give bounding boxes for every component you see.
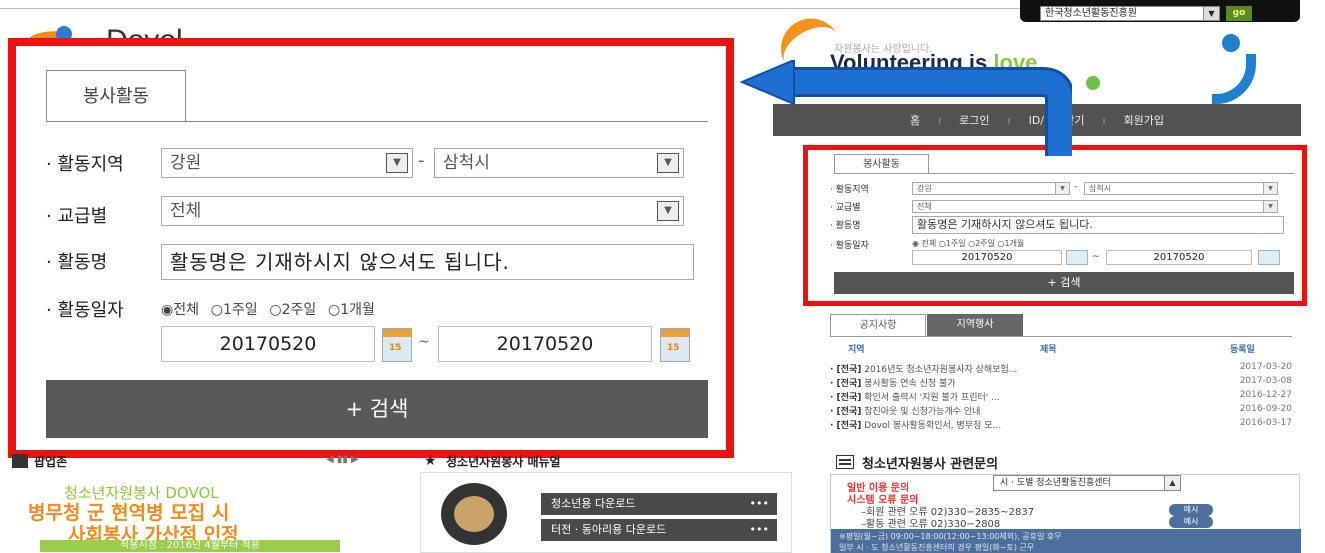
brand-person-icon [1202, 34, 1264, 108]
download-club-button[interactable]: 터전 · 동아리용 다운로드 ••• [541, 519, 777, 541]
highlight-frame-small [803, 145, 1307, 306]
example-button[interactable]: 예시 [1169, 516, 1213, 528]
notice-row[interactable]: · [전국] 확인서 출력시 '지원 불가 프린터' ... 2016-12-27 [830, 390, 1292, 404]
org-select[interactable]: 한국청소년활동진흥원 ▼ [1040, 6, 1220, 21]
menu-icon [836, 455, 854, 469]
highlight-frame-large [8, 38, 734, 458]
col-region: 지역 [848, 345, 865, 355]
star-icon: ★ [424, 453, 437, 469]
go-button[interactable]: go [1226, 6, 1252, 21]
nav-join[interactable]: 회원가입 [1124, 112, 1164, 128]
inquiry-header: 청소년자원봉사 관련문의 [830, 452, 1300, 474]
notice-row[interactable]: · [전국] Dovol 봉사활동확인서, 병무청 모... 2016-03-17 [830, 418, 1292, 432]
top-divider [0, 8, 1020, 9]
chevron-up-icon: ▲ [1164, 476, 1180, 490]
center-select[interactable]: 시 · 도별 청소년활동진흥센터 ▲ [993, 475, 1181, 491]
chevron-down-icon: ▼ [1203, 7, 1219, 20]
pointer-arrow-icon [739, 60, 1072, 156]
notice-board: 공지사항 지역행사 지역 제목 등록일 · [전국] 2016년도 청소년자원봉… [830, 314, 1300, 438]
tab-local-events[interactable]: 지역행사 [927, 314, 1023, 336]
col-date: 등록일 [1230, 345, 1255, 355]
inquiry-hours: ※평일(월~금) 09:00~18:00(12:00~13:00제외), 공휴일… [831, 529, 1301, 553]
example-button[interactable]: 예시 [1169, 504, 1213, 516]
download-youth-button[interactable]: 청소년용 다운로드 ••• [541, 493, 777, 515]
promo-banner[interactable]: 청소년자원봉사 DOVOL 병무청 군 현역병 모집 시 사회봉사 가산점 인정… [28, 478, 358, 552]
manual-header: ★ 청소년자원봉사 매뉴얼 [424, 453, 561, 469]
col-title: 제목 [1040, 345, 1057, 355]
notice-row[interactable]: · [전국] 참진아웃 및 신청가능개수 안내 2016-09-20 [830, 404, 1292, 418]
notice-row[interactable]: · [전국] 봉사활동 연속 신청 불가 2017-03-08 [830, 376, 1292, 390]
manual-box: 청소년용 다운로드 ••• 터전 · 동아리용 다운로드 ••• [420, 472, 792, 553]
brand-dot-icon [1086, 76, 1100, 90]
tab-notice[interactable]: 공지사항 [830, 314, 926, 336]
popup-zone-header: 팝업존 ◀ ▮▮ ▶ [8, 452, 388, 470]
inquiry-box: 일반 이용 문의 시 · 도별 청소년활동진흥센터 ▲ 시스템 오류 문의 –회원… [830, 474, 1301, 553]
notice-row[interactable]: · [전국] 2016년도 청소년자원봉사자 상해보험... 2017-03-20 [830, 362, 1292, 376]
popup-icon [12, 454, 28, 468]
org-select-value: 한국청소년활동진흥원 [1045, 8, 1137, 19]
manual-image [441, 483, 507, 545]
popup-pager[interactable]: ◀ ▮▮ ▶ [326, 454, 359, 465]
